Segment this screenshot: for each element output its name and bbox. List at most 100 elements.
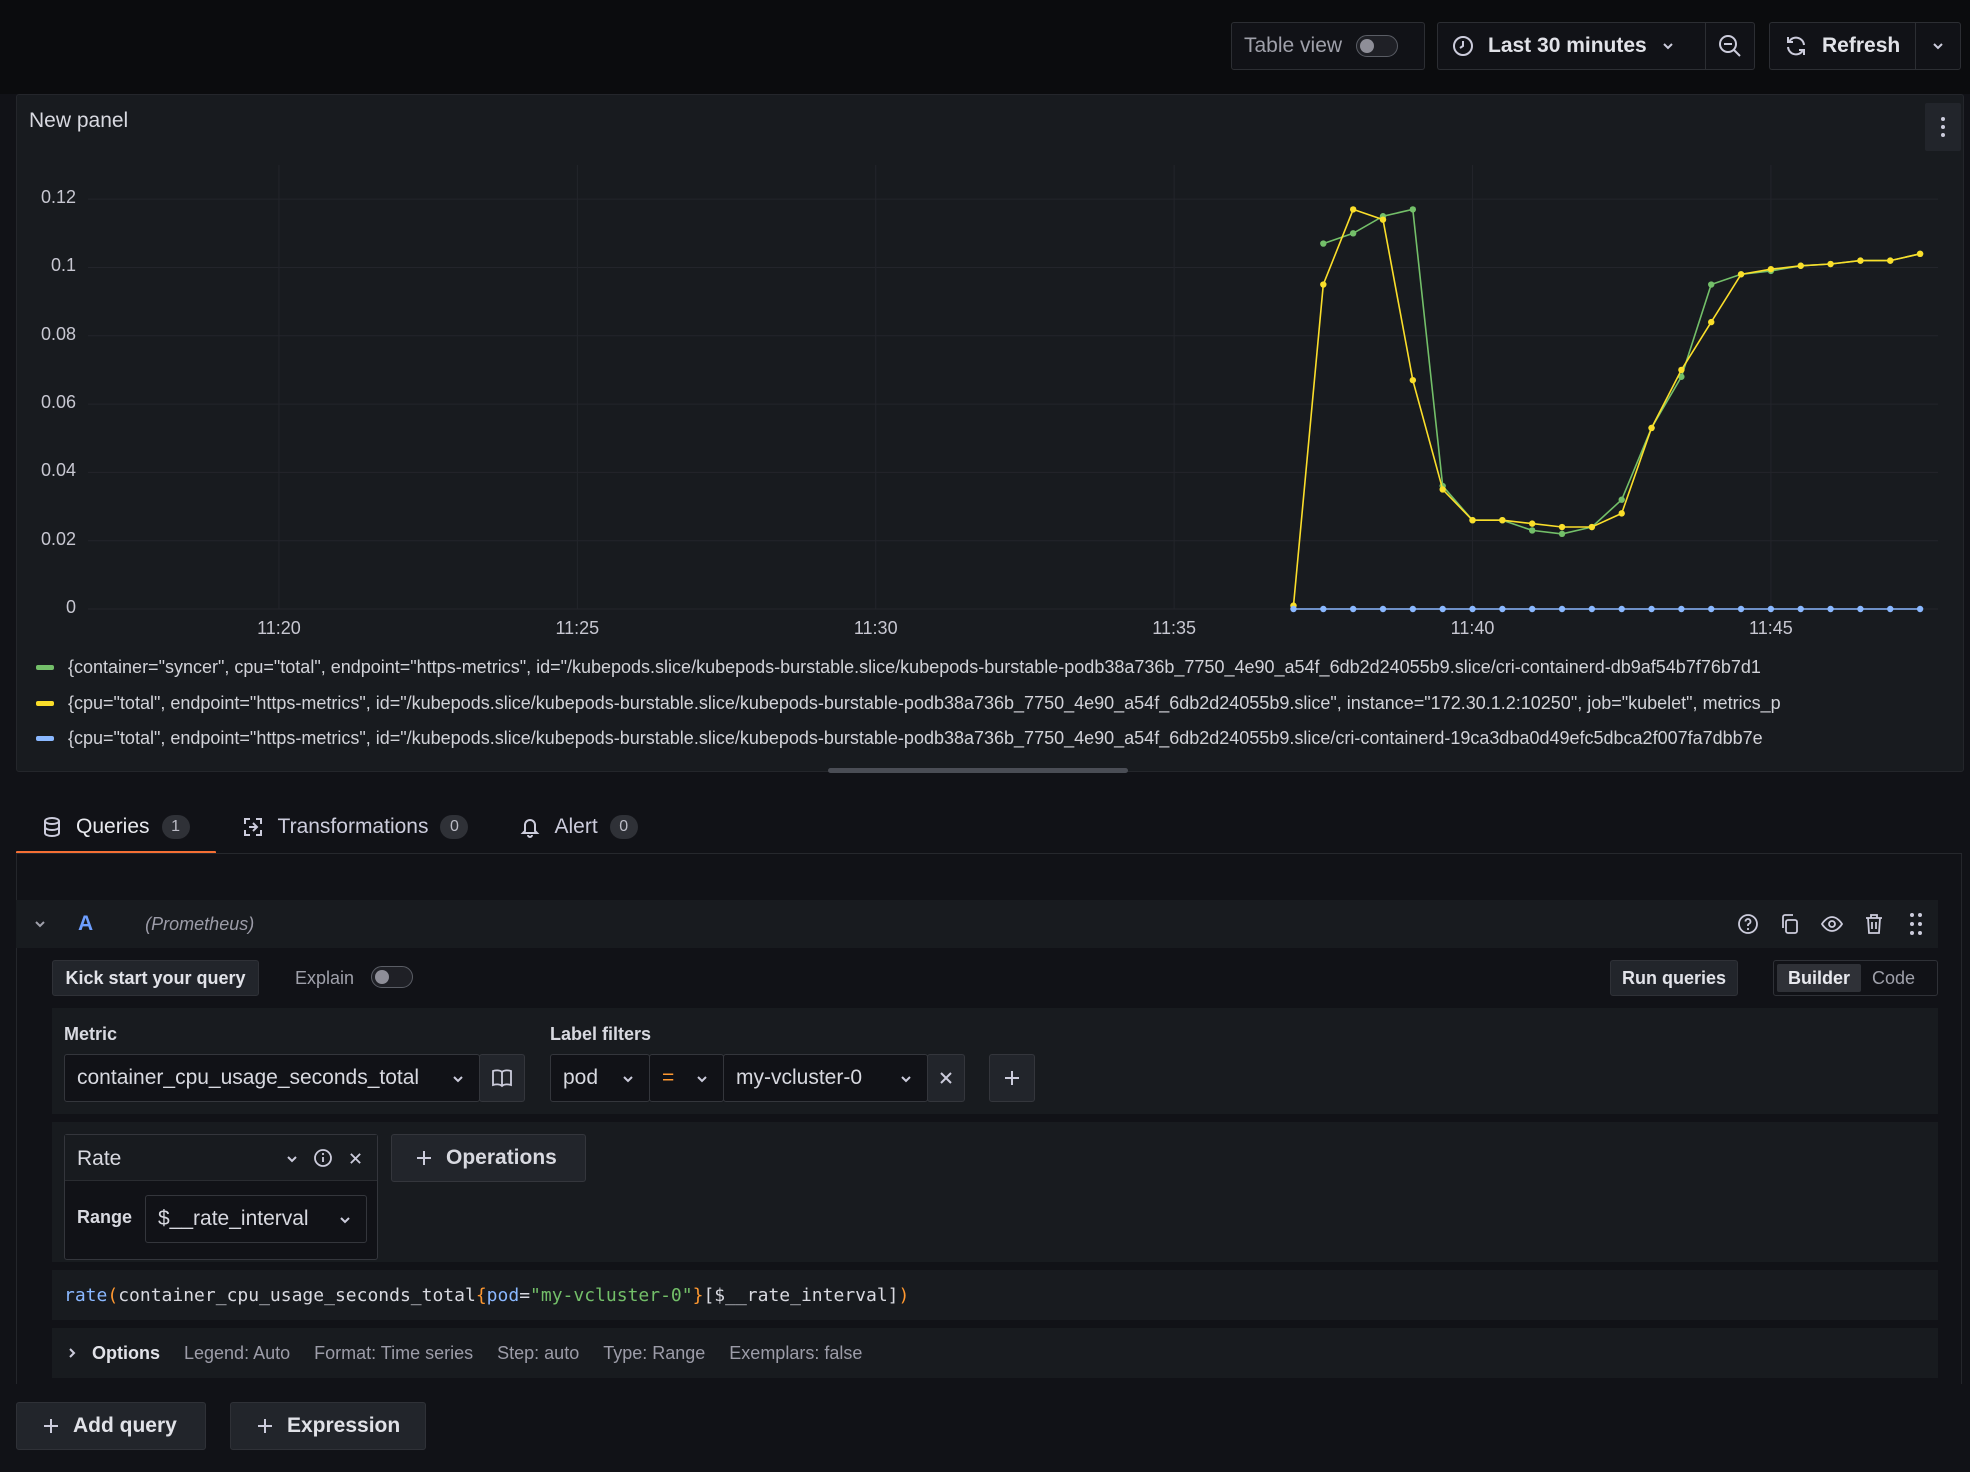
data-point[interactable] (1320, 605, 1327, 613)
legend-label: {cpu="total", endpoint="https-metrics", … (68, 692, 1781, 713)
explain-toggle[interactable] (371, 966, 413, 988)
legend-item[interactable]: {container="syncer", cpu="total", endpoi… (18, 653, 1946, 681)
run-queries-button[interactable]: Run queries (1610, 960, 1738, 996)
chevron-down-icon (901, 1076, 911, 1083)
data-point[interactable] (1528, 520, 1536, 527)
data-point[interactable] (1857, 605, 1864, 613)
builder-mode-button[interactable]: Builder (1777, 964, 1862, 992)
data-point[interactable] (1678, 605, 1685, 613)
data-point[interactable] (1379, 605, 1387, 613)
data-point[interactable] (1528, 527, 1536, 534)
code-label: Code (1872, 967, 1916, 988)
collapse-query-button[interactable] (24, 908, 56, 940)
data-point[interactable] (1887, 257, 1894, 264)
add-expression-button[interactable]: Expression (230, 1402, 426, 1450)
series-line-1[interactable] (1292, 208, 1921, 606)
help-button[interactable] (1732, 908, 1764, 940)
data-point[interactable] (1618, 605, 1625, 613)
data-point[interactable] (1439, 486, 1446, 493)
data-point[interactable] (1588, 523, 1596, 531)
kick-start-button[interactable]: Kick start your query (52, 960, 259, 996)
data-point[interactable] (1349, 230, 1357, 237)
promql-value: "my-vcluster-0" (530, 1284, 693, 1306)
data-point[interactable] (1558, 523, 1566, 531)
data-point[interactable] (1618, 510, 1625, 517)
data-point[interactable] (1737, 271, 1745, 278)
data-point[interactable] (1558, 530, 1566, 538)
data-point[interactable] (1320, 240, 1327, 247)
time-series-chart[interactable] (0, 0, 1970, 640)
data-point[interactable] (1648, 605, 1655, 613)
legend-item[interactable]: {cpu="total", endpoint="https-metrics", … (18, 724, 1946, 752)
data-point[interactable] (1439, 605, 1446, 613)
tab-queries[interactable]: Queries 1 (16, 800, 216, 854)
data-point[interactable] (1349, 605, 1357, 613)
data-point[interactable] (1767, 605, 1775, 613)
metric-select[interactable]: container_cpu_usage_seconds_total (64, 1054, 480, 1102)
promql-preview: rate(container_cpu_usage_seconds_total{p… (52, 1270, 1938, 1320)
data-point[interactable] (1708, 318, 1715, 326)
chevron-down-icon (697, 1076, 707, 1083)
promql-function: rate (64, 1284, 108, 1306)
query-ref-id[interactable]: A (78, 912, 93, 936)
data-point[interactable] (1916, 605, 1924, 613)
data-point[interactable] (1558, 605, 1566, 613)
data-point[interactable] (1379, 216, 1387, 223)
label-operator-value: = (662, 1066, 675, 1089)
query-options[interactable]: Options Legend: Auto Format: Time series… (52, 1328, 1938, 1378)
data-point[interactable] (1797, 262, 1804, 269)
data-point[interactable] (1767, 265, 1775, 273)
data-point[interactable] (1708, 281, 1715, 288)
series-line-0[interactable] (1323, 208, 1921, 535)
data-point[interactable] (1409, 605, 1417, 613)
duplicate-query-button[interactable] (1774, 908, 1806, 940)
legend-item[interactable]: {cpu="total", endpoint="https-metrics", … (18, 689, 1946, 717)
data-point[interactable] (1499, 517, 1506, 524)
promql-paren: ) (898, 1284, 910, 1306)
add-operation-button[interactable]: Operations (391, 1134, 586, 1182)
drag-handle[interactable] (1900, 908, 1932, 940)
data-point[interactable] (1499, 605, 1506, 613)
data-point[interactable] (1827, 260, 1834, 268)
data-point[interactable] (1708, 605, 1715, 613)
data-point[interactable] (1857, 257, 1864, 264)
data-point[interactable] (1528, 605, 1536, 613)
data-point[interactable] (1469, 517, 1476, 524)
label-value-select[interactable]: my-vcluster-0 (723, 1054, 928, 1102)
data-point[interactable] (1349, 206, 1357, 213)
data-point[interactable] (1648, 424, 1655, 432)
promql-paren: ( (107, 1284, 119, 1306)
query-row-header: A (Prometheus) (16, 900, 1938, 948)
data-point[interactable] (1678, 366, 1685, 374)
legend-scrollbar[interactable] (828, 768, 1128, 773)
metric-label: Metric (64, 1024, 118, 1044)
label-operator-select[interactable]: = (649, 1054, 724, 1102)
remove-label-filter-button[interactable] (927, 1054, 965, 1102)
add-query-button[interactable]: Add query (16, 1402, 206, 1450)
tab-alert[interactable]: Alert 0 (494, 800, 663, 854)
data-point[interactable] (1797, 605, 1804, 613)
builder-label: Builder (1788, 967, 1851, 988)
data-point[interactable] (1409, 206, 1417, 213)
data-point[interactable] (1588, 605, 1596, 613)
code-mode-button[interactable]: Code (1864, 961, 1923, 995)
tab-count: 0 (609, 815, 638, 839)
data-point[interactable] (1827, 605, 1834, 613)
data-point[interactable] (1887, 605, 1894, 613)
label-key-select[interactable]: pod (550, 1054, 650, 1102)
range-select[interactable]: $__rate_interval (145, 1195, 367, 1243)
data-point[interactable] (1290, 605, 1297, 613)
question-circle-icon (1738, 914, 1758, 934)
data-point[interactable] (1409, 376, 1417, 384)
tab-transformations[interactable]: Transformations 0 (216, 800, 495, 854)
metrics-explorer-button[interactable] (479, 1054, 525, 1102)
delete-query-button[interactable] (1858, 908, 1890, 940)
data-point[interactable] (1916, 250, 1924, 257)
data-point[interactable] (1469, 605, 1476, 613)
data-point[interactable] (1320, 281, 1327, 288)
data-point[interactable] (1737, 605, 1745, 613)
add-label-filter-button[interactable] (989, 1054, 1035, 1102)
toggle-visibility-button[interactable] (1816, 908, 1848, 940)
operation-name[interactable]: Rate (77, 1147, 121, 1171)
data-point[interactable] (1618, 496, 1625, 503)
